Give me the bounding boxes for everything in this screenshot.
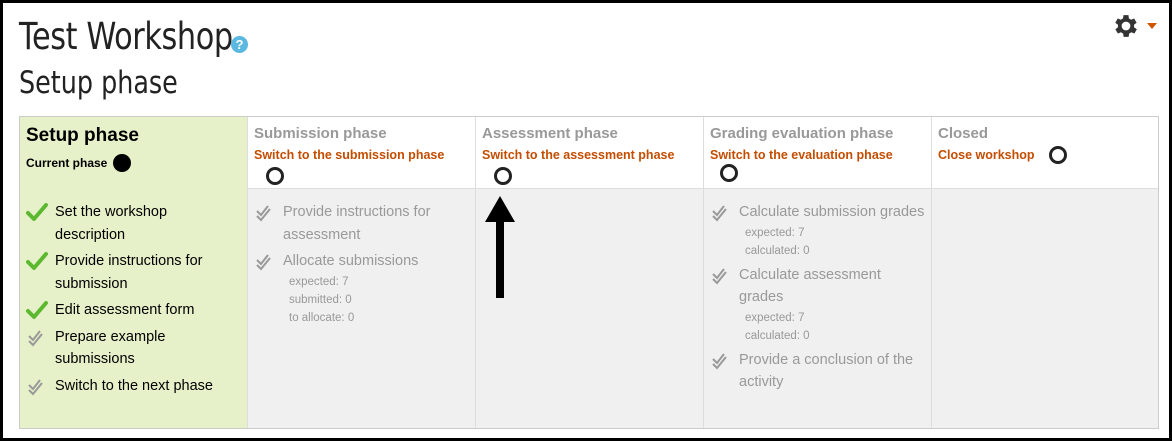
switch-phase-circle-icon[interactable] [1049,145,1067,164]
task-label: Provide instructions for submission [55,253,203,292]
phase-title: Assessment phase [482,125,618,142]
task-label: Set the workshop description [55,204,168,243]
check-todo-icon [256,205,271,222]
check-todo-icon [28,329,43,346]
task-item: Provide instructions for assessment [254,201,469,246]
task-item: Calculate assessment grades expected: 7 … [710,264,925,345]
current-phase-label: Current phase [26,156,108,170]
phase-submission: Submission phase Switch to the submissio… [248,117,476,428]
phase-title: Setup phase [26,125,139,146]
switch-to-assessment-link[interactable]: Switch to the assessment phase [482,148,674,162]
task-item: Edit assessment form [26,299,241,322]
check-todo-icon [712,352,727,369]
check-todo-icon [256,254,271,271]
check-todo-icon [712,205,727,222]
check-done-icon [26,301,48,319]
task-list: Calculate submission grades expected: 7 … [704,189,931,394]
phase-title: Closed [938,125,989,142]
task-label: Switch to the next phase [55,377,213,394]
switch-phase-circle-icon[interactable] [720,164,738,182]
switch-phase-circle-icon[interactable] [494,167,512,185]
up-arrow-annotation-icon [485,196,515,298]
task-detail: expected: 7 [745,226,805,239]
task-label: Provide a conclusion of the activity [739,351,914,391]
caret-down-icon[interactable] [1147,23,1157,29]
workshop-planner: Setup phase Current phase Set the worksh… [19,116,1159,429]
task-detail: calculated: 0 [745,329,810,342]
phase-title: Submission phase [254,125,387,142]
question-mark-icon[interactable]: ? [231,36,248,53]
switch-to-evaluation-link[interactable]: Switch to the evaluation phase [710,148,893,162]
task-item: Set the workshop description [26,201,241,246]
task-item: Provide a conclusion of the activity [710,349,925,394]
task-label: Calculate submission grades [739,204,925,220]
check-todo-icon [712,267,727,284]
task-label: Allocate submissions [283,253,419,269]
check-todo-icon [28,378,43,395]
phase-header: Setup phase Current phase [20,117,247,189]
settings-menu[interactable] [1111,11,1157,41]
task-list [932,189,1158,201]
task-label: Calculate assessment grades [739,266,881,306]
task-item: Switch to the next phase [26,375,241,398]
phase-header: Submission phase Switch to the submissio… [248,117,475,189]
current-phase-indicator: Current phase [26,154,241,172]
switch-phase-circle-icon[interactable] [266,167,284,185]
task-detail: calculated: 0 [745,244,810,257]
task-item: Allocate submissions expected: 7 submitt… [254,250,469,327]
check-done-icon [26,203,48,221]
phase-setup: Setup phase Current phase Set the worksh… [20,117,248,428]
task-detail: submitted: 0 [289,293,352,306]
phase-closed: Closed Close workshop [932,117,1158,428]
task-detail: expected: 7 [745,311,805,324]
task-item: Prepare example submissions [26,326,241,371]
phase-header: Grading evaluation phase Switch to the e… [704,117,931,189]
task-label: Edit assessment form [55,302,195,318]
phase-header: Closed Close workshop [932,117,1158,189]
phase-evaluation: Grading evaluation phase Switch to the e… [704,117,932,428]
task-detail: expected: 7 [289,275,349,288]
task-item: Calculate submission grades expected: 7 … [710,201,925,260]
switch-to-submission-link[interactable]: Switch to the submission phase [254,148,444,162]
check-done-icon [26,252,48,270]
page-title: Test Workshop [19,15,233,58]
gear-icon[interactable] [1111,11,1141,41]
task-list: Provide instructions for assessment Allo… [248,189,475,327]
task-detail: to allocate: 0 [289,311,355,324]
current-phase-dot-icon [113,154,132,172]
task-item: Provide instructions for submission [26,250,241,295]
screenshot-frame: Test Workshop ? Setup phase Setup phase … [0,0,1172,441]
page-subtitle: Setup phase [19,65,178,101]
task-list: Set the workshop description Provide ins… [20,189,247,397]
task-label: Prepare example submissions [55,328,166,368]
close-workshop-link[interactable]: Close workshop [938,148,1035,162]
phase-header: Assessment phase Switch to the assessmen… [476,117,703,189]
task-label: Provide instructions for assessment [283,204,431,243]
phase-title: Grading evaluation phase [710,125,894,142]
